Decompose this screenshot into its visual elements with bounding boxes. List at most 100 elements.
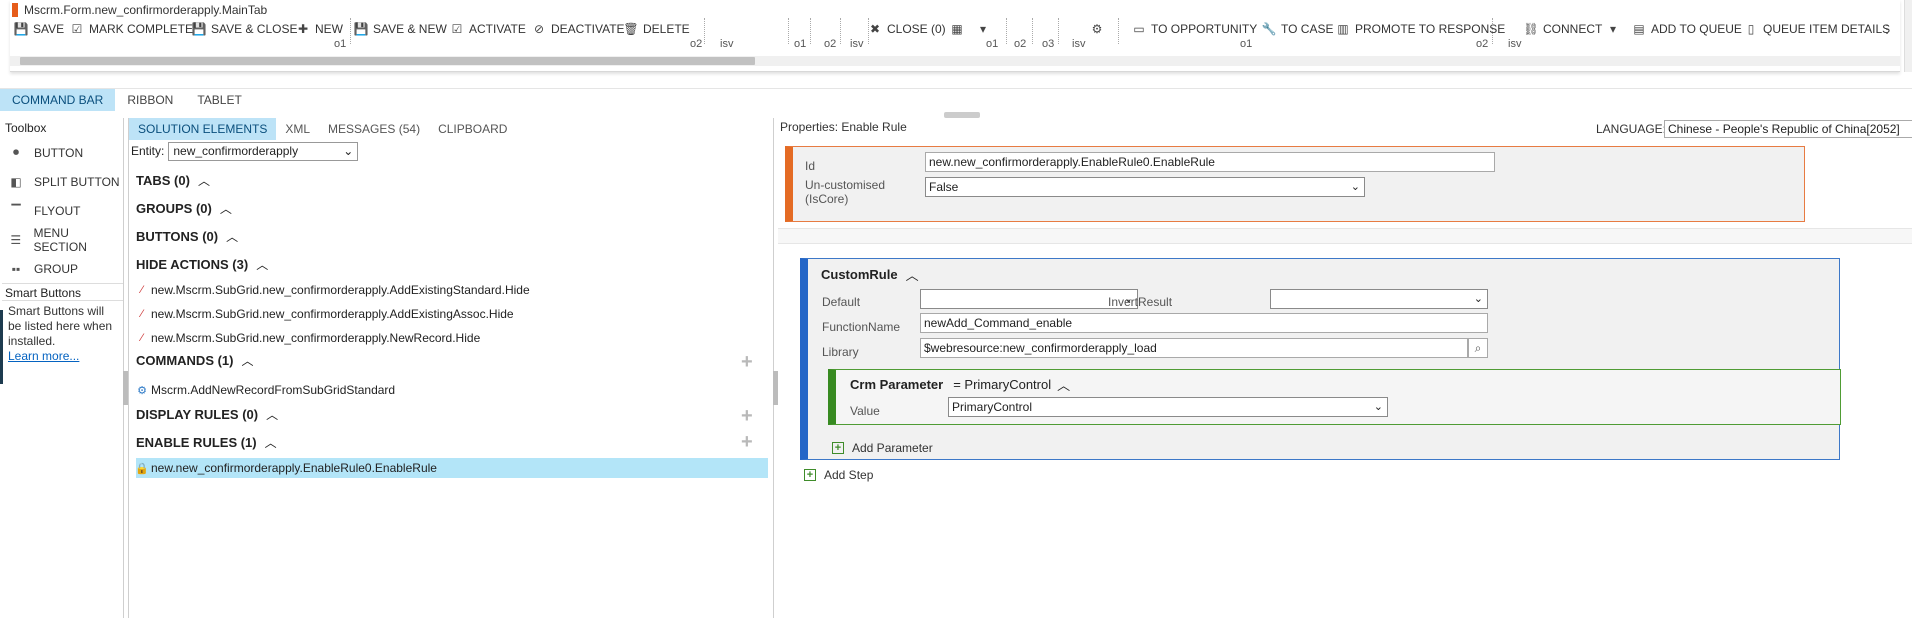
chevron-up-icon: ︿ (256, 258, 269, 272)
ribbon-tab-title: Mscrm.Form.new_confirmorderapply.MainTab (12, 2, 267, 18)
language-select[interactable]: Chinese - People's Republic of China[205… (1664, 120, 1912, 138)
library-field[interactable]: $webresource:new_confirmorderapply_load (920, 338, 1468, 358)
section-buttons[interactable]: BUTTONS (0) ︿ (136, 228, 238, 245)
activate-button[interactable]: ☑ ACTIVATE (450, 20, 526, 38)
id-field[interactable]: new.new_confirmorderapply.EnableRule0.En… (925, 152, 1495, 172)
list-item-hide-action[interactable]: ⁄ new.Mscrm.SubGrid.new_confirmorderapply… (136, 328, 480, 348)
chevron-up-icon: ︿ (241, 354, 254, 368)
list-item-hide-action[interactable]: ⁄ new.Mscrm.SubGrid.new_confirmorderapply… (136, 280, 530, 300)
left-panel-splitter[interactable] (123, 371, 128, 405)
save-new-button[interactable]: 💾 SAVE & NEW (354, 20, 447, 38)
more-icon[interactable]: ⋮ (1880, 20, 1899, 38)
add-command-plus-icon[interactable]: + (741, 352, 753, 372)
add-to-queue-button[interactable]: ▤ ADD TO QUEUE (1632, 20, 1742, 38)
delete-button[interactable]: 🗑 DELETE (623, 20, 689, 38)
crm-parameter-title[interactable]: Crm Parameter = PrimaryControl ︿ (850, 375, 1070, 394)
add-enable-rule-plus-icon[interactable]: + (741, 432, 753, 452)
chevron-up-icon: ︿ (226, 230, 239, 244)
slot-label: isv (850, 38, 864, 50)
toolbox-item-group[interactable]: ▪▪ GROUP (2, 254, 123, 283)
save-close-icon: 💾 (191, 22, 207, 36)
slot-label: o3 (1042, 38, 1055, 50)
flyout-icon: ▔ (11, 203, 21, 218)
close-menu-icon[interactable]: ▦ (950, 20, 969, 38)
invert-result-label: InvertResult (1108, 295, 1173, 309)
tab-ribbon[interactable]: RIBBON (115, 89, 185, 111)
toolbox-item-menu-section[interactable]: ☰ MENU SECTION (2, 225, 123, 254)
tab-command-bar[interactable]: COMMAND BAR (0, 89, 116, 111)
lock-icon: 🔒 (135, 462, 149, 475)
search-icon[interactable]: ⌕ (1468, 338, 1488, 358)
deactivate-icon: ⊘ (533, 22, 545, 36)
section-commands[interactable]: COMMANDS (1) ︿ (136, 352, 254, 369)
hide-action-icon: ⁄ (141, 308, 143, 320)
section-hide-actions[interactable]: HIDE ACTIONS (3) ︿ (136, 256, 268, 273)
chevron-down-icon[interactable]: ▾ (1606, 20, 1625, 38)
custom-rule-title[interactable]: CustomRule ︿ (821, 265, 919, 284)
tab-xml[interactable]: XML (276, 118, 319, 140)
new-button[interactable]: ✚ NEW (296, 20, 343, 38)
tab-clipboard[interactable]: CLIPBOARD (429, 118, 516, 140)
check-icon: ☑ (71, 22, 83, 36)
tab-marker-icon (12, 3, 18, 17)
add-step-button[interactable]: + Add Step (804, 468, 873, 482)
plus-icon: ✚ (297, 22, 309, 36)
add-display-rule-plus-icon[interactable]: + (741, 406, 753, 426)
save-close-button[interactable]: 💾 SAVE & CLOSE (191, 20, 298, 38)
close-button[interactable]: ✖ CLOSE (0) (868, 20, 946, 38)
toolbox-item-split-button[interactable]: ◧ SPLIT BUTTON (2, 167, 123, 196)
chevron-up-icon: ︿ (266, 408, 279, 422)
mode-tabs: COMMAND BAR RIBBON TABLET (0, 88, 1912, 112)
tab-solution-elements[interactable]: SOLUTION ELEMENTS (129, 118, 277, 140)
tab-tablet[interactable]: TABLET (185, 89, 253, 111)
section-display-rules[interactable]: DISPLAY RULES (0) ︿ (136, 406, 278, 423)
deactivate-button[interactable]: ⊘ DEACTIVATE (532, 20, 625, 38)
section-enable-rules[interactable]: ENABLE RULES (1) ︿ (136, 434, 277, 451)
ribbon-scrollbar-thumb[interactable] (20, 57, 755, 65)
group-icon: ▪▪ (11, 261, 21, 276)
toolbox-item-button[interactable]: ⏺ BUTTON (2, 138, 123, 167)
learn-more-link[interactable]: Learn more... (8, 349, 117, 364)
slot-label: o2 (1014, 38, 1027, 50)
close-icon: ✖ (869, 22, 881, 36)
smart-buttons-title: Smart Buttons (2, 283, 123, 301)
isv-icon-button[interactable]: ⚙ (1090, 20, 1109, 38)
promote-button[interactable]: ▥ PROMOTE TO RESPONSE (1336, 20, 1505, 38)
uncustomised-select[interactable]: False ⌄ (925, 177, 1365, 197)
add-parameter-button[interactable]: + Add Parameter (832, 441, 933, 455)
chevron-up-icon: ︿ (219, 202, 232, 216)
tab-messages[interactable]: MESSAGES (54) (319, 118, 429, 140)
toolbox-item-flyout[interactable]: ▔ FLYOUT (2, 196, 123, 225)
section-tabs[interactable]: TABS (0) ︿ (136, 172, 210, 189)
vertical-scrollbar[interactable] (1904, 0, 1912, 72)
list-item-command[interactable]: ⚙ Mscrm.AddNewRecordFromSubGridStandard (136, 380, 395, 400)
save-button[interactable]: 💾 SAVE (14, 20, 65, 38)
param-value-select[interactable]: PrimaryControl ⌄ (948, 397, 1388, 417)
slot-label: o2 (690, 38, 703, 50)
chevron-down-icon[interactable]: ▾ (976, 20, 995, 38)
function-name-field[interactable]: newAdd_Command_enable (920, 313, 1488, 333)
queue-icon: ▤ (1633, 22, 1645, 36)
properties-separator (778, 228, 1912, 244)
list-item-hide-action[interactable]: ⁄ new.Mscrm.SubGrid.new_confirmorderapply… (136, 304, 514, 324)
properties-panel: Properties: Enable Rule LANGUAGE: Chines… (778, 118, 1912, 618)
to-case-button[interactable]: 🔧 TO CASE (1261, 20, 1334, 38)
to-opportunity-button[interactable]: ▭ TO OPPORTUNITY (1132, 20, 1257, 38)
entity-row: Entity: new_confirmorderapply ⌄ (129, 140, 773, 162)
solution-elements-panel: SOLUTION ELEMENTS XML MESSAGES (54) CLIP… (128, 118, 774, 618)
plus-icon: + (804, 469, 816, 481)
mark-complete-button[interactable]: ☑ MARK COMPLETE (70, 20, 193, 38)
connect-button[interactable]: ⛓ CONNECT (1523, 20, 1602, 38)
list-item-enable-rule[interactable]: 🔒 new.new_confirmorderapply.EnableRule0.E… (135, 458, 768, 478)
queue-item-details-button[interactable]: ▯ QUEUE ITEM DETAILS (1744, 20, 1890, 38)
entity-select[interactable]: new_confirmorderapply ⌄ (168, 141, 359, 161)
opportunity-icon: ▭ (1133, 22, 1145, 36)
wrench-icon: 🔧 (1261, 22, 1277, 36)
library-label: Library (822, 345, 859, 359)
default-select[interactable]: ⌄ (920, 289, 1138, 309)
section-groups[interactable]: GROUPS (0) ︿ (136, 200, 232, 217)
command-icon: ⚙ (137, 384, 147, 397)
connect-icon: ⛓ (1523, 22, 1539, 36)
ribbon-separator (1006, 18, 1007, 44)
invert-result-select[interactable]: ⌄ (1270, 289, 1488, 309)
